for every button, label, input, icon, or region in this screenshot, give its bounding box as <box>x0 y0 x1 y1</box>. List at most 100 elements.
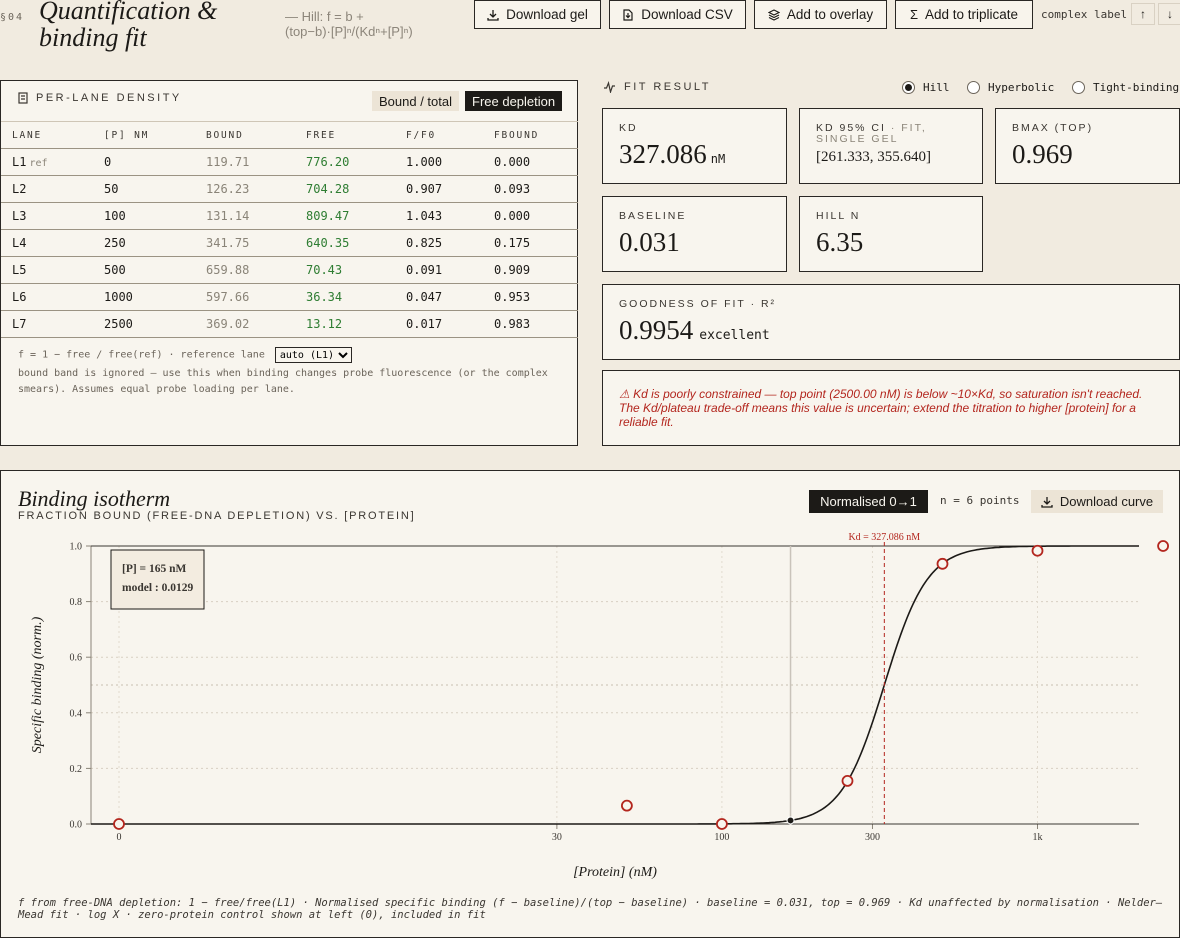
kd-value: 327.086 <box>619 139 707 169</box>
bound-cell-text: 126.23 <box>206 182 250 196</box>
model-hill-option[interactable]: Hill <box>902 81 950 94</box>
bound-cell-text: 659.88 <box>206 263 250 277</box>
fbound-cell: 0.909 <box>483 256 578 284</box>
table-row: L6 1000 597.66 36.34 0.047 0.953 <box>1 283 578 311</box>
x-tick-label: 30 <box>552 832 562 843</box>
bound-cell: 126.23 <box>195 175 295 203</box>
density-table-body: L1 ref 0 119.71 776.20 1.000 0.000 L2 50 126.23 70… <box>1 148 578 338</box>
goodness-of-fit-card: GOODNESS OF FIT · R² 0.9954 excellent <box>602 284 1180 360</box>
free-cell: 36.34 <box>295 283 395 311</box>
fbound-cell-text: 0.909 <box>494 263 531 277</box>
file-icon <box>623 8 633 21</box>
pulse-icon <box>604 81 615 93</box>
ratio-cell: 0.907 <box>395 175 483 203</box>
table-row: L5 500 659.88 70.43 0.091 0.909 <box>1 256 578 284</box>
bound-cell-text: 597.66 <box>206 290 250 304</box>
fbound-cell: 0.175 <box>483 229 578 257</box>
add-to-triplicate-label: Add to triplicate <box>924 7 1019 22</box>
x-tick-label: 100 <box>714 832 729 843</box>
ratio-cell-text: 0.907 <box>406 182 443 196</box>
protein-conc-cell: 500 <box>93 256 195 284</box>
complex-label-toggle[interactable]: complex label <box>1041 8 1127 21</box>
y-axis-label: Specific binding (norm.) <box>30 616 45 753</box>
page-header: §04 Quantification & binding fit — Hill:… <box>0 0 1180 60</box>
lane-cell-text: L7 <box>12 317 27 331</box>
model-hyperbolic-option[interactable]: Hyperbolic <box>967 81 1054 94</box>
density-footer-formula: f = 1 − free / free(ref) · reference lan… <box>18 347 352 364</box>
download-csv-button[interactable]: Download CSV <box>609 0 746 29</box>
model-formula: — Hill: f = b + (top−b)·[P]ⁿ/(Kdⁿ+[P]ⁿ) <box>285 9 413 39</box>
radio-tight-binding[interactable] <box>1072 81 1085 94</box>
radio-hill[interactable] <box>902 81 915 94</box>
free-cell-text: 640.35 <box>306 236 350 250</box>
density-table: LANE [P] NM BOUND FREE F/F0 FBOUND L1 ref… <box>1 121 578 338</box>
col-bound: BOUND <box>195 121 295 149</box>
kd-unit: nM <box>710 152 726 166</box>
lane-cell-text: L2 <box>12 182 27 196</box>
ratio-cell: 0.017 <box>395 310 483 338</box>
table-row: L4 250 341.75 640.35 0.825 0.175 <box>1 229 578 257</box>
move-up-button[interactable]: ↑ <box>1131 3 1155 25</box>
lane-cell: L1 ref <box>1 148 93 176</box>
lane-cell: L2 <box>1 175 93 203</box>
fbound-cell-text: 0.000 <box>494 155 531 169</box>
lane-cell: L6 <box>1 283 93 311</box>
ratio-cell: 0.091 <box>395 256 483 284</box>
mode-bound-total[interactable]: Bound / total <box>372 91 459 111</box>
lane-cell-text: L1 <box>12 155 27 169</box>
density-footer-note: bound band is ignored — use this when bi… <box>18 368 548 395</box>
table-row: L3 100 131.14 809.47 1.043 0.000 <box>1 202 578 230</box>
lane-cell: L5 <box>1 256 93 284</box>
ratio-cell-text: 0.091 <box>406 263 443 277</box>
fbound-cell: 0.953 <box>483 283 578 311</box>
density-panel-title: PER-LANE DENSITY <box>36 92 182 104</box>
arrow-down-icon: ↓ <box>1167 7 1173 21</box>
isotherm-chart[interactable]: 0.00.20.40.60.81.00301003001k3k[Protein]… <box>1 471 1179 891</box>
kd-annotation: Kd = 327.086 nM <box>848 532 920 543</box>
baseline-value: 0.031 <box>619 227 680 257</box>
baseline-card: BASELINE 0.031 <box>602 196 787 272</box>
fbound-cell: 0.000 <box>483 148 578 176</box>
kd-card: KD 327.086 nM <box>602 108 787 184</box>
protein-conc-cell-text: 0 <box>104 155 112 169</box>
free-cell-text: 13.12 <box>306 317 343 331</box>
add-to-triplicate-button[interactable]: Σ Add to triplicate <box>895 0 1033 29</box>
download-csv-label: Download CSV <box>641 7 733 22</box>
reference-lane-select[interactable]: auto (L1) <box>274 347 352 363</box>
fit-result-header: FIT RESULT <box>603 81 711 93</box>
free-cell-text: 809.47 <box>306 209 350 223</box>
data-point <box>936 557 949 570</box>
x-tick-label: 0 <box>117 832 122 843</box>
bound-cell: 597.66 <box>195 283 295 311</box>
model-hyperbolic-label: Hyperbolic <box>988 81 1055 94</box>
free-cell: 70.43 <box>295 256 395 284</box>
gof-value-line: 0.9954 excellent <box>619 315 770 351</box>
mode-free-depletion[interactable]: Free depletion <box>465 91 563 111</box>
bound-cell-text: 131.14 <box>206 209 250 223</box>
protein-conc-cell-text: 500 <box>104 263 126 277</box>
protein-conc-cell: 1000 <box>93 283 195 311</box>
model-tight-binding-option[interactable]: Tight-binding <box>1072 81 1179 94</box>
table-row: L7 2500 369.02 13.12 0.017 0.983 <box>1 310 578 338</box>
lane-cell-text: L5 <box>12 263 27 277</box>
table-row: L1 ref 0 119.71 776.20 1.000 0.000 <box>1 148 578 176</box>
add-to-overlay-button[interactable]: Add to overlay <box>754 0 887 29</box>
fit-result-title: FIT RESULT <box>624 81 711 93</box>
lane-cell-text: L4 <box>12 236 27 250</box>
lane-cell: L3 <box>1 202 93 230</box>
move-down-button[interactable]: ↓ <box>1158 3 1180 25</box>
free-cell: 704.28 <box>295 175 395 203</box>
protein-conc-cell-text: 1000 <box>104 290 133 304</box>
ratio-cell: 1.043 <box>395 202 483 230</box>
radio-hyperbolic[interactable] <box>967 81 980 94</box>
per-lane-density-panel: PER-LANE DENSITY Bound / total Free depl… <box>0 80 578 446</box>
free-cell-text: 36.34 <box>306 290 343 304</box>
kd-label: KD <box>619 122 638 134</box>
bound-cell: 119.71 <box>195 148 295 176</box>
fbound-cell-text: 0.953 <box>494 290 531 304</box>
data-point <box>841 775 854 787</box>
bound-cell: 369.02 <box>195 310 295 338</box>
download-gel-button[interactable]: Download gel <box>474 0 601 29</box>
data-point <box>1157 540 1169 552</box>
y-tick-label: 1.0 <box>70 542 83 553</box>
